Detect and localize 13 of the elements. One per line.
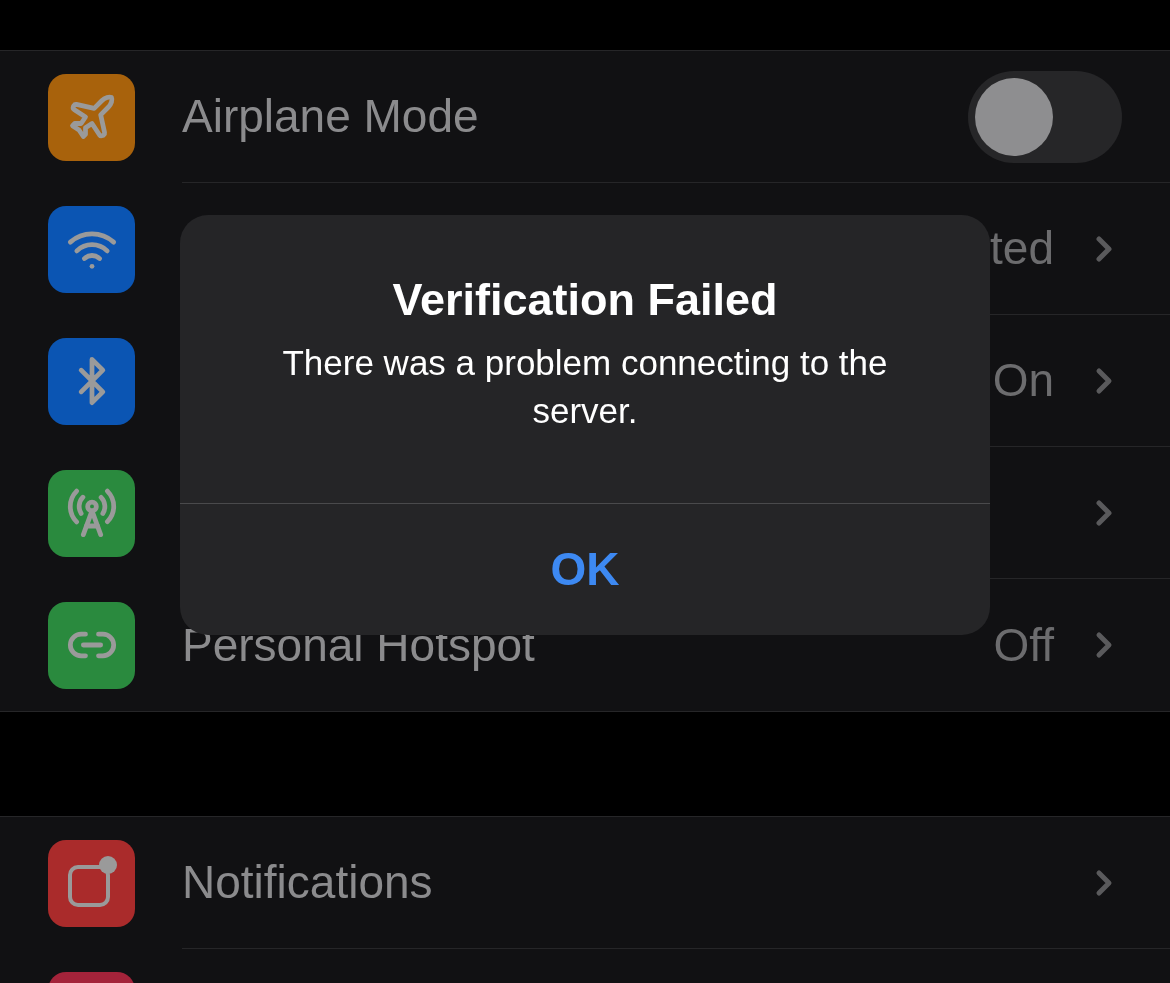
notification-icon [48,839,135,927]
alert-title: Verification Failed [392,277,778,322]
bluetooth-icon [48,337,135,425]
row-value: On [992,353,1054,408]
wifi-icon [48,205,135,293]
row-value: Off [993,617,1054,673]
antenna-icon [48,469,135,557]
row-label: Notifications [182,855,433,910]
link-icon [48,601,135,689]
row-label: Airplane Mode [182,89,479,144]
row-value: ted [990,221,1054,276]
alert-message: There was a problem connecting to the server. [281,342,889,432]
airplane-icon [48,73,135,161]
